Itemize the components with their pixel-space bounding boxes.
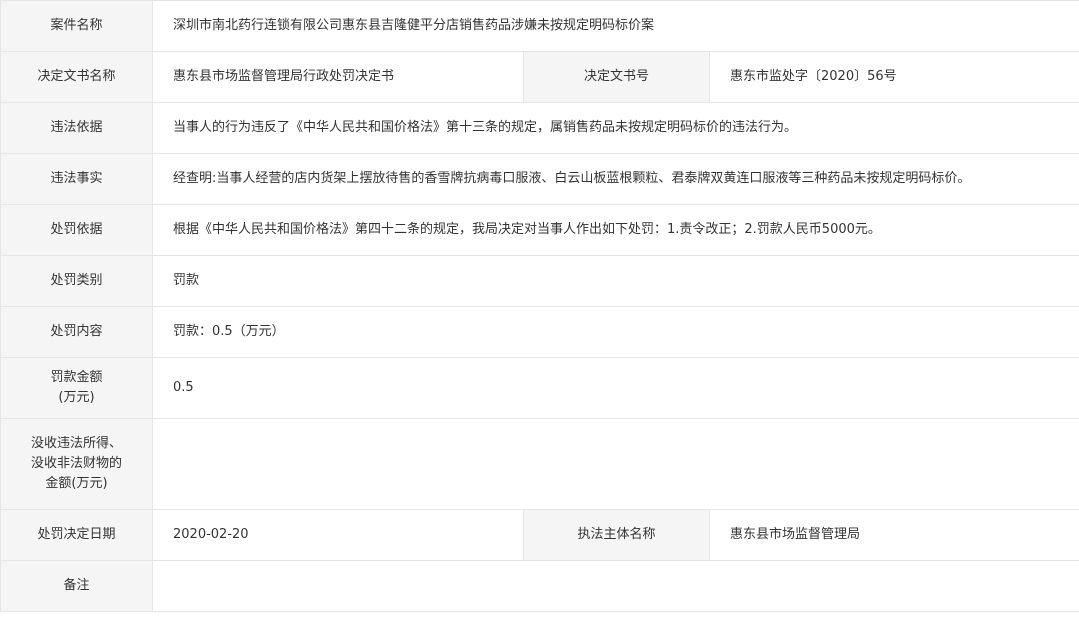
row-violation-facts: 违法事实 经查明:当事人经营的店内货架上摆放待售的香雪牌抗病毒口服液、白云山板蓝…: [0, 153, 1079, 205]
enforcement-body-value: 惠东县市场监督管理局: [708, 509, 1079, 561]
fine-amount-value: 0.5: [151, 357, 1079, 419]
row-fine-amount: 罚款金额 (万元) 0.5: [0, 357, 1079, 419]
penalty-type-value: 罚款: [151, 255, 1079, 307]
confiscation-label-line1: 没收违法所得、: [30, 436, 122, 451]
penalty-basis-value: 根据《中华人民共和国价格法》第四十二条的规定，我局决定对当事人作出如下处罚：1.…: [151, 204, 1079, 256]
row-remarks: 备注: [0, 560, 1079, 612]
violation-basis-label: 违法依据: [0, 102, 153, 154]
penalty-content-value: 罚款：0.5（万元）: [151, 306, 1079, 358]
decision-date-label: 处罚决定日期: [0, 509, 153, 561]
penalty-basis-label: 处罚依据: [0, 204, 153, 256]
doc-number-value: 惠东市监处字〔2020〕56号: [708, 51, 1079, 103]
remarks-value: [151, 560, 1079, 612]
confiscation-label-line3: 金额(万元): [45, 476, 108, 491]
violation-facts-label: 违法事实: [0, 153, 153, 205]
row-violation-basis: 违法依据 当事人的行为违反了《中华人民共和国价格法》第十三条的规定，属销售药品未…: [0, 102, 1079, 154]
row-case-name: 案件名称 深圳市南北药行连锁有限公司惠东县吉隆健平分店销售药品涉嫌未按规定明码标…: [0, 0, 1079, 52]
fine-amount-label-line1: 罚款金额: [50, 370, 103, 385]
row-penalty-content: 处罚内容 罚款：0.5（万元）: [0, 306, 1079, 358]
row-confiscation: 没收违法所得、 没收非法财物的 金额(万元): [0, 418, 1079, 510]
fine-amount-label: 罚款金额 (万元): [0, 357, 153, 419]
remarks-label: 备注: [0, 560, 153, 612]
enforcement-body-label: 执法主体名称: [523, 509, 710, 561]
doc-name-value: 惠东县市场监督管理局行政处罚决定书: [152, 51, 524, 103]
penalty-type-label: 处罚类别: [0, 255, 153, 307]
violation-facts-value: 经查明:当事人经营的店内货架上摆放待售的香雪牌抗病毒口服液、白云山板蓝根颗粒、君…: [151, 153, 1079, 205]
row-penalty-basis: 处罚依据 根据《中华人民共和国价格法》第四十二条的规定，我局决定对当事人作出如下…: [0, 204, 1079, 256]
decision-date-value: 2020-02-20: [152, 509, 524, 561]
row-decision-date: 处罚决定日期 2020-02-20 执法主体名称 惠东县市场监督管理局: [0, 509, 1079, 561]
confiscation-value: [151, 418, 1079, 510]
violation-basis-value: 当事人的行为违反了《中华人民共和国价格法》第十三条的规定，属销售药品未按规定明码…: [151, 102, 1079, 154]
case-name-label: 案件名称: [0, 0, 153, 52]
confiscation-label-line2: 没收非法财物的: [30, 456, 122, 471]
row-doc-name: 决定文书名称 惠东县市场监督管理局行政处罚决定书 决定文书号 惠东市监处字〔20…: [0, 51, 1079, 103]
penalty-content-label: 处罚内容: [0, 306, 153, 358]
confiscation-label: 没收违法所得、 没收非法财物的 金额(万元): [0, 418, 153, 510]
case-name-value: 深圳市南北药行连锁有限公司惠东县吉隆健平分店销售药品涉嫌未按规定明码标价案: [151, 0, 1079, 52]
doc-number-label: 决定文书号: [523, 51, 710, 103]
row-penalty-type: 处罚类别 罚款: [0, 255, 1079, 307]
fine-amount-label-line2: (万元): [58, 390, 95, 405]
doc-name-label: 决定文书名称: [0, 51, 153, 103]
penalty-info-table: 案件名称 深圳市南北药行连锁有限公司惠东县吉隆健平分店销售药品涉嫌未按规定明码标…: [0, 0, 1079, 612]
